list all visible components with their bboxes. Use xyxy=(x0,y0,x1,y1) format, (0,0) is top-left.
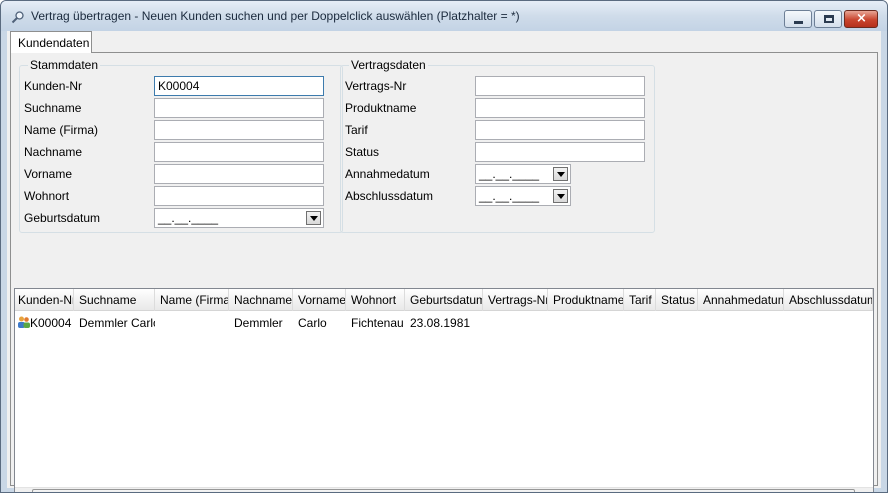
minimize-icon xyxy=(794,21,803,24)
column-header-vorname[interactable]: Vorname xyxy=(293,289,346,311)
suchname-input[interactable] xyxy=(154,98,324,118)
column-header-suchname[interactable]: Suchname xyxy=(74,289,155,311)
status-input[interactable] xyxy=(475,142,645,162)
column-header-nachname[interactable]: Nachname xyxy=(229,289,293,311)
chevron-down-icon xyxy=(310,216,318,221)
column-header-geburtsdatum[interactable]: Geburtsdatum xyxy=(405,289,483,311)
maximize-icon xyxy=(824,15,834,23)
produktname-input[interactable] xyxy=(475,98,645,118)
geburtsdatum-value: __.__.____ xyxy=(158,211,219,225)
search-icon xyxy=(11,11,24,24)
close-button[interactable]: × xyxy=(844,10,878,28)
cell-vorname: Carlo xyxy=(298,316,327,330)
label-tarif: Tarif xyxy=(345,123,368,137)
kunden-nr-input[interactable]: K00004 xyxy=(154,76,324,96)
label-name-firma: Name (Firma) xyxy=(24,123,98,137)
annahmedatum-picker[interactable]: __.__.____ xyxy=(475,164,571,184)
label-suchname: Suchname xyxy=(24,101,82,115)
nachname-input[interactable] xyxy=(154,142,324,162)
label-annahmedatum: Annahmedatum xyxy=(345,167,430,181)
vertrags-nr-input[interactable] xyxy=(475,76,645,96)
grid-header: Kunden-Nr Suchname Name (Firma) Nachname… xyxy=(15,289,873,311)
column-header-produktname[interactable]: Produktname xyxy=(548,289,624,311)
label-vertrags-nr: Vertrags-Nr xyxy=(345,79,407,93)
vorname-input[interactable] xyxy=(154,164,324,184)
column-header-name-firma[interactable]: Name (Firma) xyxy=(155,289,229,311)
abschlussdatum-value: __.__.____ xyxy=(479,189,540,203)
cell-status xyxy=(656,312,698,334)
maximize-button[interactable] xyxy=(814,10,842,28)
minimize-button[interactable] xyxy=(784,10,812,28)
tab-page-kundendaten: Stammdaten Kunden-Nr K00004 Suchname Nam… xyxy=(10,52,878,492)
cell-vertrags-nr xyxy=(483,312,548,334)
cell-kunden-nr: K00004 xyxy=(30,316,72,330)
stammdaten-title: Stammdaten xyxy=(28,58,101,72)
cell-geburtsdatum: 23.08.1981 xyxy=(410,316,471,330)
scroll-left-button[interactable] xyxy=(15,488,32,492)
annahmedatum-value: __.__.____ xyxy=(479,167,540,181)
vertragsdaten-title: Vertragsdaten xyxy=(349,58,428,72)
column-header-status[interactable]: Status xyxy=(656,289,698,311)
name-firma-input[interactable] xyxy=(154,120,324,140)
cell-produktname xyxy=(548,312,624,334)
label-vorname: Vorname xyxy=(24,167,73,181)
label-nachname: Nachname xyxy=(24,145,83,159)
close-icon: × xyxy=(856,11,867,26)
geburtsdatum-dropdown-button[interactable] xyxy=(306,211,321,225)
label-wohnort: Wohnort xyxy=(24,189,70,203)
column-header-vertrags-nr[interactable]: Vertrags-Nr xyxy=(483,289,548,311)
label-geburtsdatum: Geburtsdatum xyxy=(24,211,101,225)
chevron-down-icon xyxy=(557,172,565,177)
label-produktname: Produktname xyxy=(345,101,417,115)
window-title: Vertrag übertragen - Neuen Kunden suchen… xyxy=(31,9,520,23)
cell-abschlussdatum xyxy=(784,312,873,334)
cell-annahmedatum xyxy=(698,312,784,334)
column-header-annahmedatum[interactable]: Annahmedatum xyxy=(698,289,784,311)
customer-grid[interactable]: Kunden-Nr Suchname Name (Firma) Nachname… xyxy=(14,288,874,492)
scroll-thumb[interactable] xyxy=(32,489,855,492)
tab-kundendaten[interactable]: Kundendaten xyxy=(10,31,92,53)
column-header-wohnort[interactable]: Wohnort xyxy=(346,289,405,311)
column-header-tarif[interactable]: Tarif xyxy=(624,289,656,311)
chevron-down-icon xyxy=(557,194,565,199)
geburtsdatum-picker[interactable]: __.__.____ xyxy=(154,208,324,228)
table-row[interactable]: K00004 Demmler Carlo Demmler Carlo Ficht… xyxy=(15,312,873,334)
client-area: Kundendaten Stammdaten Kunden-Nr K00004 … xyxy=(7,31,881,492)
column-header-abschlussdatum[interactable]: Abschlussdatum xyxy=(784,289,873,311)
cell-wohnort: Fichtenau xyxy=(351,316,404,330)
abschlussdatum-picker[interactable]: __.__.____ xyxy=(475,186,571,206)
app-window: Vertrag übertragen - Neuen Kunden suchen… xyxy=(0,0,888,493)
label-kunden-nr: Kunden-Nr xyxy=(24,79,83,93)
annahmedatum-dropdown-button[interactable] xyxy=(553,167,568,181)
cell-suchname: Demmler Carlo xyxy=(79,316,155,330)
cell-tarif xyxy=(624,312,656,334)
wohnort-input[interactable] xyxy=(154,186,324,206)
cell-name-firma xyxy=(155,312,229,334)
cell-nachname: Demmler xyxy=(234,316,283,330)
title-bar[interactable]: Vertrag übertragen - Neuen Kunden suchen… xyxy=(1,1,887,31)
abschlussdatum-dropdown-button[interactable] xyxy=(553,189,568,203)
horizontal-scrollbar[interactable] xyxy=(15,487,873,492)
label-status: Status xyxy=(345,145,380,159)
column-header-kunden-nr[interactable]: Kunden-Nr xyxy=(15,289,74,311)
tarif-input[interactable] xyxy=(475,120,645,140)
label-abschlussdatum: Abschlussdatum xyxy=(345,189,434,203)
scroll-right-button[interactable] xyxy=(856,488,873,492)
